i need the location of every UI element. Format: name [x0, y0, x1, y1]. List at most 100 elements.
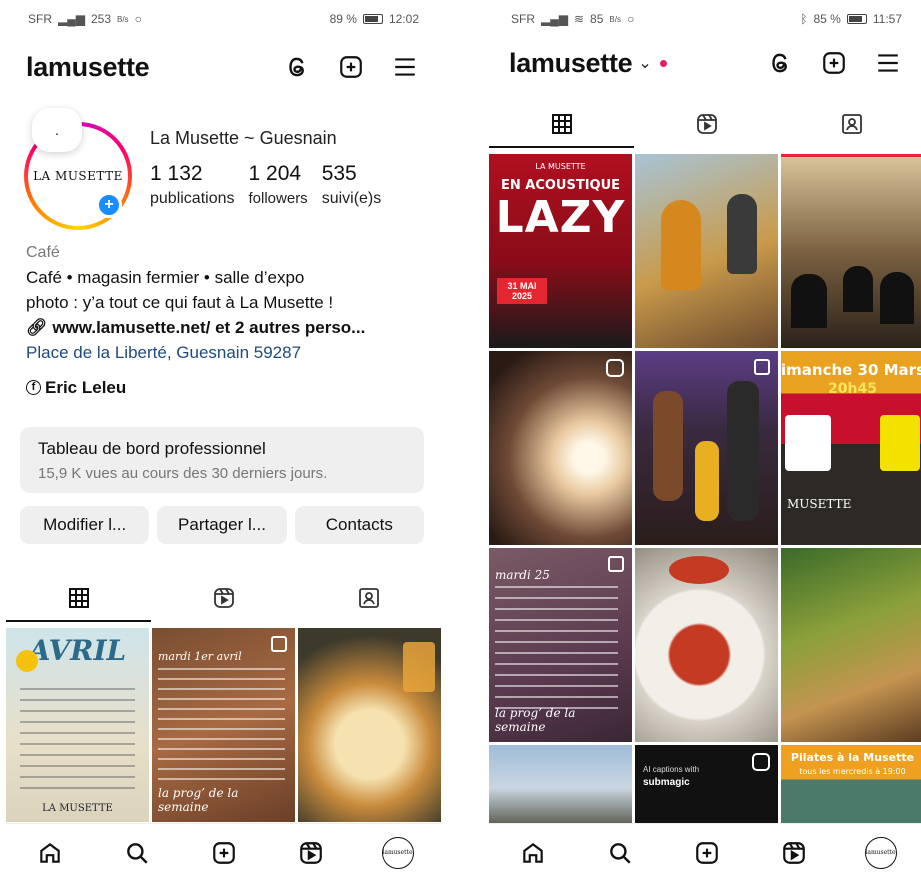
net-unit: B/s [609, 14, 621, 24]
post-tile[interactable] [635, 548, 778, 742]
post-tile[interactable] [635, 154, 778, 348]
carousel-icon [754, 359, 770, 375]
reel-icon [752, 753, 770, 771]
post-overlay-title: mardi 25 [495, 568, 550, 582]
nav-create[interactable] [204, 833, 244, 873]
menu-icon[interactable] [872, 47, 904, 79]
menu-icon[interactable] [389, 51, 421, 83]
person-shape [727, 381, 759, 521]
create-icon[interactable] [335, 51, 367, 83]
carousel-icon [271, 636, 287, 652]
stats: 1 132 publications 1 204 followers 535 s… [150, 162, 381, 208]
contacts-button[interactable]: Contacts [294, 506, 424, 544]
facebook-link[interactable]: f Eric Leleu [26, 375, 431, 400]
nav-profile[interactable]: lamusette [861, 833, 901, 873]
post-tile[interactable]: AVRIL LA MUSETTE [6, 628, 149, 822]
share-profile-button[interactable]: Partager l... [157, 506, 287, 544]
add-story-icon[interactable]: + [96, 192, 122, 218]
create-icon [212, 841, 235, 864]
post-tile[interactable]: AI captions with submagic [635, 745, 778, 831]
post-tile[interactable]: Pilates à la Musette tous les mercredis … [781, 745, 921, 831]
post-caption: la prog’ de la semaine [495, 706, 576, 734]
create-icon[interactable] [818, 47, 850, 79]
reels-icon [696, 114, 717, 134]
post-tile[interactable] [489, 745, 632, 831]
post-tile[interactable]: mardi 1er avril la prog’ de la semaine [152, 628, 295, 822]
post-tile[interactable]: mardi 25 la prog’ de la semaine [489, 548, 632, 742]
net-speed: 253 [90, 12, 111, 26]
phone-right: SFR ▂▄▆ ≋ 85 B/s ○ ᛒ 85 % 11:57 lamusett… [489, 0, 921, 881]
nav-reels[interactable] [291, 833, 331, 873]
post-caption: LA MUSETTE [42, 803, 113, 814]
battery-icon [362, 14, 383, 24]
reels-icon [213, 588, 234, 608]
post-tile[interactable] [781, 154, 921, 348]
bottom-nav: lamusette [6, 823, 441, 881]
stat-posts-count: 1 132 [150, 162, 203, 185]
stat-followers[interactable]: 1 204 followers [249, 162, 308, 208]
table-shape [843, 266, 873, 312]
post-tile[interactable] [781, 548, 921, 742]
clock: 11:57 [872, 12, 902, 26]
nav-home[interactable] [30, 833, 70, 873]
bio-link[interactable]: 🔗︎ www.lamusette.net/ et 2 autres perso.… [26, 315, 431, 340]
notification-dot [659, 59, 667, 67]
chevron-down-icon[interactable]: ⌄ [638, 53, 651, 73]
grid-icon [68, 588, 89, 608]
tab-tagged[interactable] [296, 574, 441, 622]
status-bar: SFR ▂▄▆ ≋ 85 B/s ○ ᛒ 85 % 11:57 [489, 0, 921, 38]
bio-link-text: www.lamusette.net/ et 2 autres perso... [52, 318, 366, 337]
note-bubble[interactable]: . [32, 108, 82, 152]
post-tile[interactable] [298, 628, 441, 822]
tab-tagged[interactable] [779, 100, 921, 148]
threads-icon[interactable] [764, 47, 796, 79]
post-overlay-headline: imanche 30 Mars [781, 361, 921, 379]
tagged-icon [841, 114, 862, 134]
stat-following[interactable]: 535 suivi(e)s [322, 162, 382, 208]
nav-create[interactable] [687, 833, 727, 873]
post-caption: la prog’ de la semaine [158, 786, 239, 814]
stat-followers-label: followers [248, 190, 308, 207]
nav-home[interactable] [513, 833, 553, 873]
carrier: SFR [511, 12, 535, 26]
facebook-icon: f [26, 380, 41, 395]
username[interactable]: lamusette [509, 48, 633, 79]
bluetooth-icon: ᛒ [800, 12, 808, 26]
reels-icon [299, 841, 322, 864]
post-overlay-title: LA MUSETTE [535, 162, 586, 171]
nav-profile[interactable]: lamusette [378, 833, 418, 873]
search-icon [609, 842, 631, 864]
profile-actions: Modifier l... Partager l... Contacts [20, 506, 424, 544]
post-overlay-headline: EN ACOUSTIQUE [500, 178, 621, 193]
tab-grid[interactable] [6, 574, 151, 622]
nav-search[interactable] [600, 833, 640, 873]
avatar-logo-text: LA MUSETTE [33, 169, 123, 183]
post-tile[interactable] [489, 351, 632, 545]
nav-reels[interactable] [774, 833, 814, 873]
home-icon [522, 842, 543, 863]
post-caption: 31 MAI 2025 [497, 278, 547, 304]
person-shape [695, 441, 719, 521]
sun-icon [16, 650, 38, 672]
tab-reels[interactable] [634, 100, 779, 148]
bio-location[interactable]: Place de la Liberté, Guesnain 59287 [26, 340, 431, 365]
tab-reels[interactable] [151, 574, 296, 622]
post-overlay-headline-2: tous les mercredis à 19:00 [799, 767, 906, 776]
profile-header: lamusette [6, 44, 441, 90]
post-tile[interactable]: LA MUSETTE EN ACOUSTIQUE LAZY 31 MAI 202… [489, 154, 632, 348]
create-icon [695, 841, 718, 864]
signal-icon: ▂▄▆ [58, 12, 85, 26]
nav-search[interactable] [117, 833, 157, 873]
post-tile[interactable]: imanche 30 Mars 20h45 MUSETTE [781, 351, 921, 545]
threads-icon[interactable] [281, 51, 313, 83]
edit-profile-button[interactable]: Modifier l... [20, 506, 150, 544]
tab-grid[interactable] [489, 100, 634, 148]
ring-icon: ○ [134, 12, 142, 26]
clock: 12:02 [388, 12, 419, 26]
profile-header: lamusette ⌄ [489, 40, 921, 86]
professional-dashboard[interactable]: Tableau de bord professionnel 15,9 K vue… [20, 427, 424, 493]
person-shape [727, 194, 757, 274]
post-tile[interactable] [635, 351, 778, 545]
stat-posts[interactable]: 1 132 publications [150, 162, 235, 208]
battery-percent: 89 % [329, 12, 357, 26]
